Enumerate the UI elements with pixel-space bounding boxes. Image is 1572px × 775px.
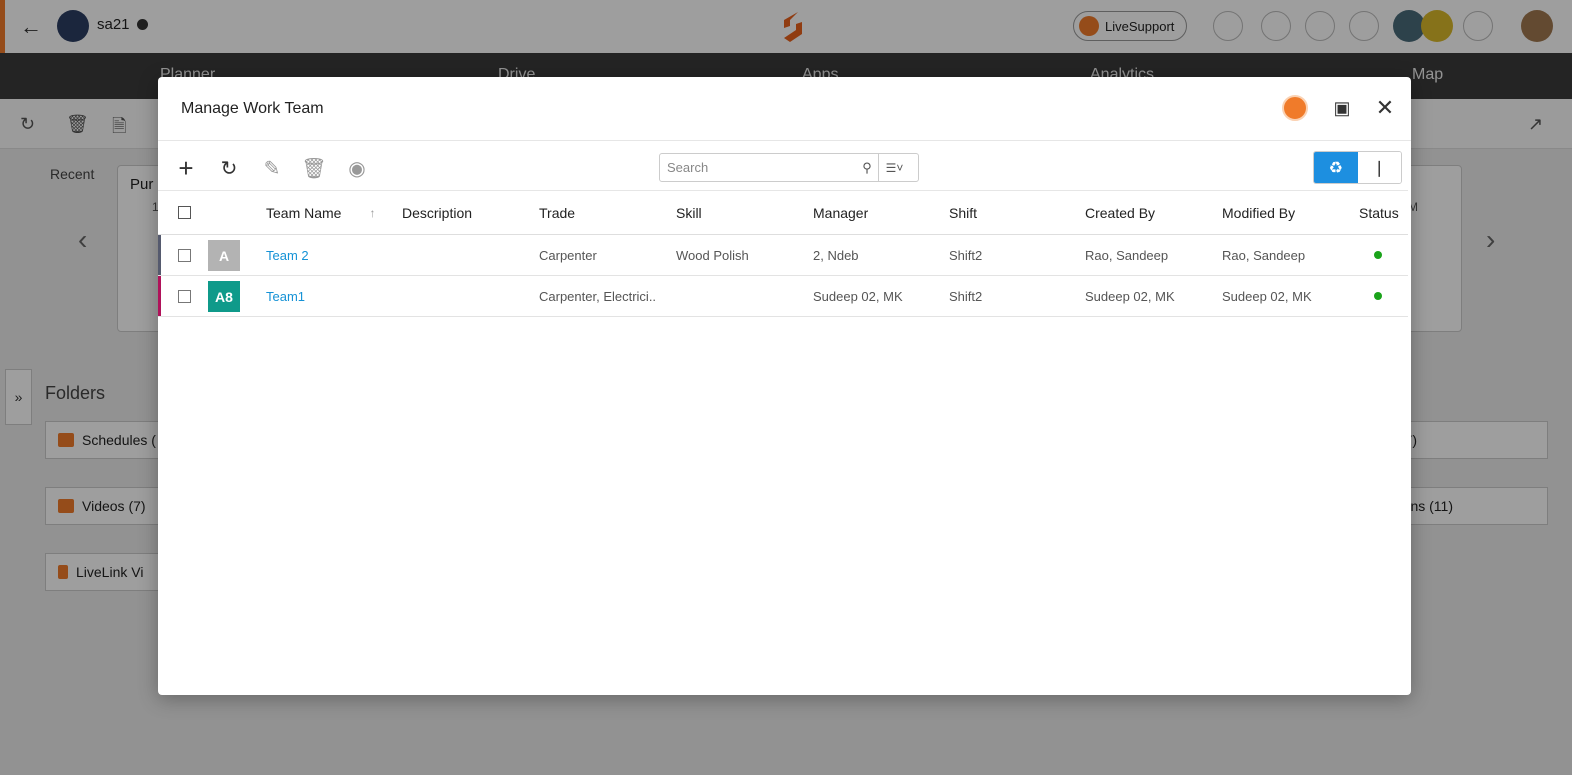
team-modified-by: Rao, Sandeep [1222, 247, 1306, 263]
team-trade: Carpenter [539, 247, 597, 263]
select-all-checkbox[interactable] [178, 191, 191, 234]
row-checkbox[interactable] [178, 276, 191, 316]
row-checkbox[interactable] [178, 235, 191, 275]
column-description[interactable]: Description [402, 191, 472, 234]
team-modified-by: Sudeep 02, MK [1222, 288, 1312, 304]
team-trade: Carpenter, Electrici... [539, 288, 657, 304]
work-team-grid: Team Name ↑ Description Trade Skill Mana… [158, 190, 1408, 317]
search-input[interactable] [660, 154, 856, 181]
manage-work-team-dialog: Manage Work Team ▣ ✕ + ↻ ✎ 🗑 ◉ ⚲ ☰˅ ♻ ❘ … [158, 77, 1411, 695]
delete-icon[interactable]: 🗑 [300, 154, 328, 182]
team-manager: Sudeep 02, MK [813, 288, 903, 304]
team-created-by: Rao, Sandeep [1085, 247, 1169, 263]
column-label: Team Name [266, 204, 342, 221]
table-row[interactable]: A Team 2 Carpenter Wood Polish 2, Ndeb Shift2… [158, 235, 1408, 276]
team-skill: Wood Polish [676, 247, 749, 263]
team-view-icon[interactable]: ♻ [1314, 152, 1358, 183]
team-shift: Shift2 [949, 247, 983, 263]
maximize-icon[interactable]: ▣ [1329, 95, 1355, 121]
grid-body: A Team 2 Carpenter Wood Polish 2, Ndeb Shift2… [158, 235, 1408, 317]
column-status[interactable]: Status [1359, 191, 1399, 234]
team-avatar: A [208, 240, 240, 271]
header-divider [158, 140, 1411, 141]
dialog-title: Manage Work Team [181, 100, 324, 117]
team-name-link[interactable]: Team1 [266, 276, 305, 316]
column-shift[interactable]: Shift [949, 191, 977, 234]
team-description [402, 235, 532, 275]
edit-icon[interactable]: ✎ [258, 154, 286, 182]
search-box: ⚲ ☰˅ [659, 153, 919, 182]
column-trade[interactable]: Trade [539, 191, 575, 234]
team-skill [676, 276, 806, 316]
search-icon[interactable]: ⚲ [856, 155, 878, 181]
column-skill[interactable]: Skill [676, 191, 702, 234]
column-manager[interactable]: Manager [813, 191, 868, 234]
row-color-bar [158, 235, 161, 275]
badge-icon[interactable]: ◉ [343, 154, 371, 182]
status-indicator [1374, 276, 1382, 316]
table-row[interactable]: A8 Team1 Carpenter, Electrici... Sudeep 02,… [158, 276, 1408, 317]
team-created-by: Sudeep 02, MK [1085, 288, 1175, 304]
team-description [402, 276, 532, 316]
column-team-name[interactable]: Team Name ↑ [266, 191, 375, 234]
column-created-by[interactable]: Created By [1085, 191, 1155, 234]
row-color-bar [158, 276, 161, 316]
close-icon[interactable]: ✕ [1372, 95, 1398, 121]
team-avatar: A8 [208, 281, 240, 312]
add-icon[interactable]: + [172, 153, 200, 183]
team-name-link[interactable]: Team 2 [266, 235, 309, 275]
view-toggle: ♻ ❘ [1313, 151, 1402, 184]
team-manager: 2, Ndeb [813, 247, 859, 263]
team-shift: Shift2 [949, 288, 983, 304]
refresh-icon[interactable]: ↻ [215, 154, 243, 182]
grid-header: Team Name ↑ Description Trade Skill Mana… [158, 190, 1408, 235]
status-indicator [1374, 235, 1382, 275]
sort-ascending-icon[interactable]: ↑ [369, 206, 375, 220]
filter-icon[interactable]: ☰˅ [878, 154, 910, 181]
person-view-icon[interactable]: ❘ [1357, 152, 1401, 183]
support-icon[interactable] [1282, 95, 1308, 121]
column-modified-by[interactable]: Modified By [1222, 191, 1295, 234]
status-dot [1374, 292, 1382, 300]
status-dot [1374, 251, 1382, 259]
